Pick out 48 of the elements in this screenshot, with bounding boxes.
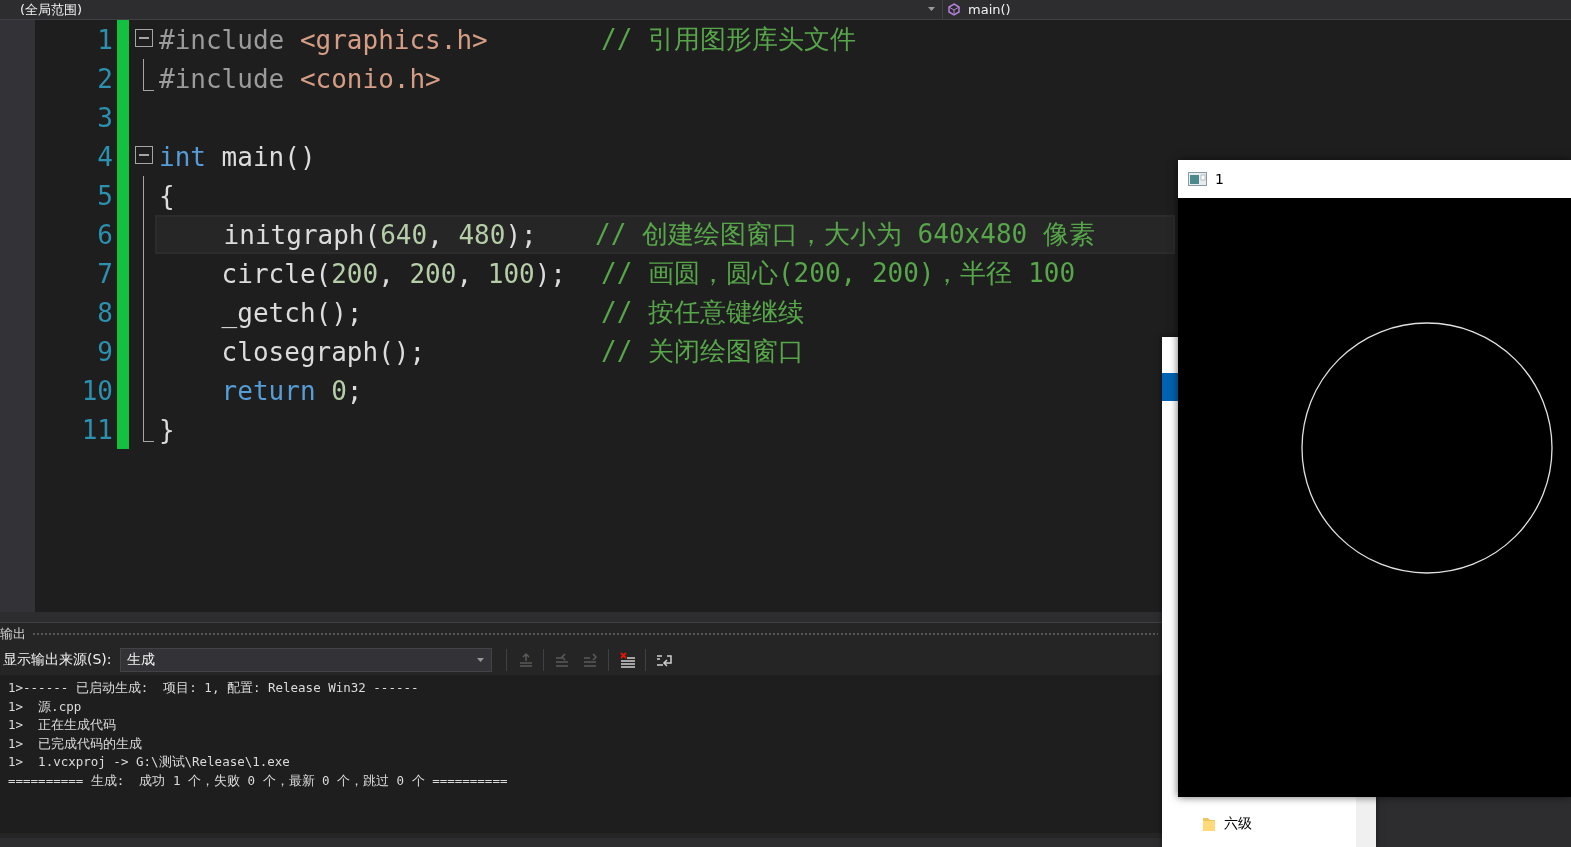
app-window-icon bbox=[1188, 172, 1207, 186]
scope-dropdown[interactable]: (全局范围) bbox=[0, 0, 943, 19]
source-dropdown[interactable]: 生成 bbox=[119, 648, 492, 672]
line-number: 4 bbox=[96, 141, 114, 172]
folder-item[interactable]: 六级 bbox=[1202, 813, 1252, 835]
line-number: 6 bbox=[96, 219, 114, 250]
output-line: 1> 1.vcxproj -> G:\测试\Release\1.exe bbox=[8, 753, 291, 772]
code-text: return 0; bbox=[220, 375, 363, 406]
folder-icon bbox=[1202, 816, 1216, 832]
line-number: 9 bbox=[96, 336, 114, 367]
line-number: 7 bbox=[96, 258, 114, 289]
panel-title: 输出 bbox=[0, 625, 26, 643]
source-label: 显示输出来源(S): bbox=[3, 651, 112, 669]
fold-toggle[interactable] bbox=[135, 146, 153, 164]
line-number: 11 bbox=[80, 414, 114, 445]
code-text: initgraph(640, 480); bbox=[222, 219, 537, 250]
line-number: 2 bbox=[96, 63, 114, 94]
code-comment: // 按任意键继续 bbox=[601, 296, 804, 329]
line-number: 8 bbox=[96, 297, 114, 328]
output-line: 1>------ 已启动生成: 项目: 1, 配置: Release Win32 ------ bbox=[8, 679, 420, 697]
line-number: 1 bbox=[96, 24, 114, 55]
caret-icon bbox=[928, 7, 936, 12]
output-line: 1> 源.cpp bbox=[8, 697, 83, 716]
code-text: circle(200, 200, 100); bbox=[220, 258, 567, 289]
window-title: 1 bbox=[1215, 171, 1224, 187]
line-number: 5 bbox=[96, 180, 114, 211]
line-number: 10 bbox=[80, 375, 114, 406]
code-text: { bbox=[159, 180, 175, 211]
clear-list-icon bbox=[617, 651, 636, 669]
output-line: 1> 已完成代码的生成 bbox=[8, 734, 144, 753]
code-text: int main() bbox=[159, 141, 316, 172]
cube-icon bbox=[948, 3, 960, 16]
code-comment: // 引用图形库头文件 bbox=[601, 23, 856, 56]
line-number: 3 bbox=[96, 102, 114, 133]
code-text: closegraph(); bbox=[220, 336, 426, 367]
code-text: } bbox=[159, 414, 175, 445]
output-line: 1> 正在生成代码 bbox=[8, 716, 118, 735]
code-text: _getch(); bbox=[220, 297, 363, 328]
code-comment: // 创建绘图窗口，大小为 640x480 像素 bbox=[595, 218, 1095, 251]
caret-icon bbox=[476, 657, 485, 663]
code-comment: // 画圆，圆心(200, 200)，半径 100 bbox=[601, 257, 1076, 290]
code-text: #include <graphics.h> bbox=[159, 24, 488, 55]
code-text: #include <conio.h> bbox=[159, 63, 441, 94]
fold-guide bbox=[143, 59, 154, 91]
output-line: ========== 生成: 成功 1 个，失败 0 个，最新 0 个，跳过 0 个 ========== bbox=[8, 771, 509, 790]
member-dropdown[interactable]: main() bbox=[943, 0, 1011, 19]
fold-toggle[interactable] bbox=[135, 29, 153, 47]
code-comment: // 关闭绘图窗口 bbox=[601, 335, 804, 368]
